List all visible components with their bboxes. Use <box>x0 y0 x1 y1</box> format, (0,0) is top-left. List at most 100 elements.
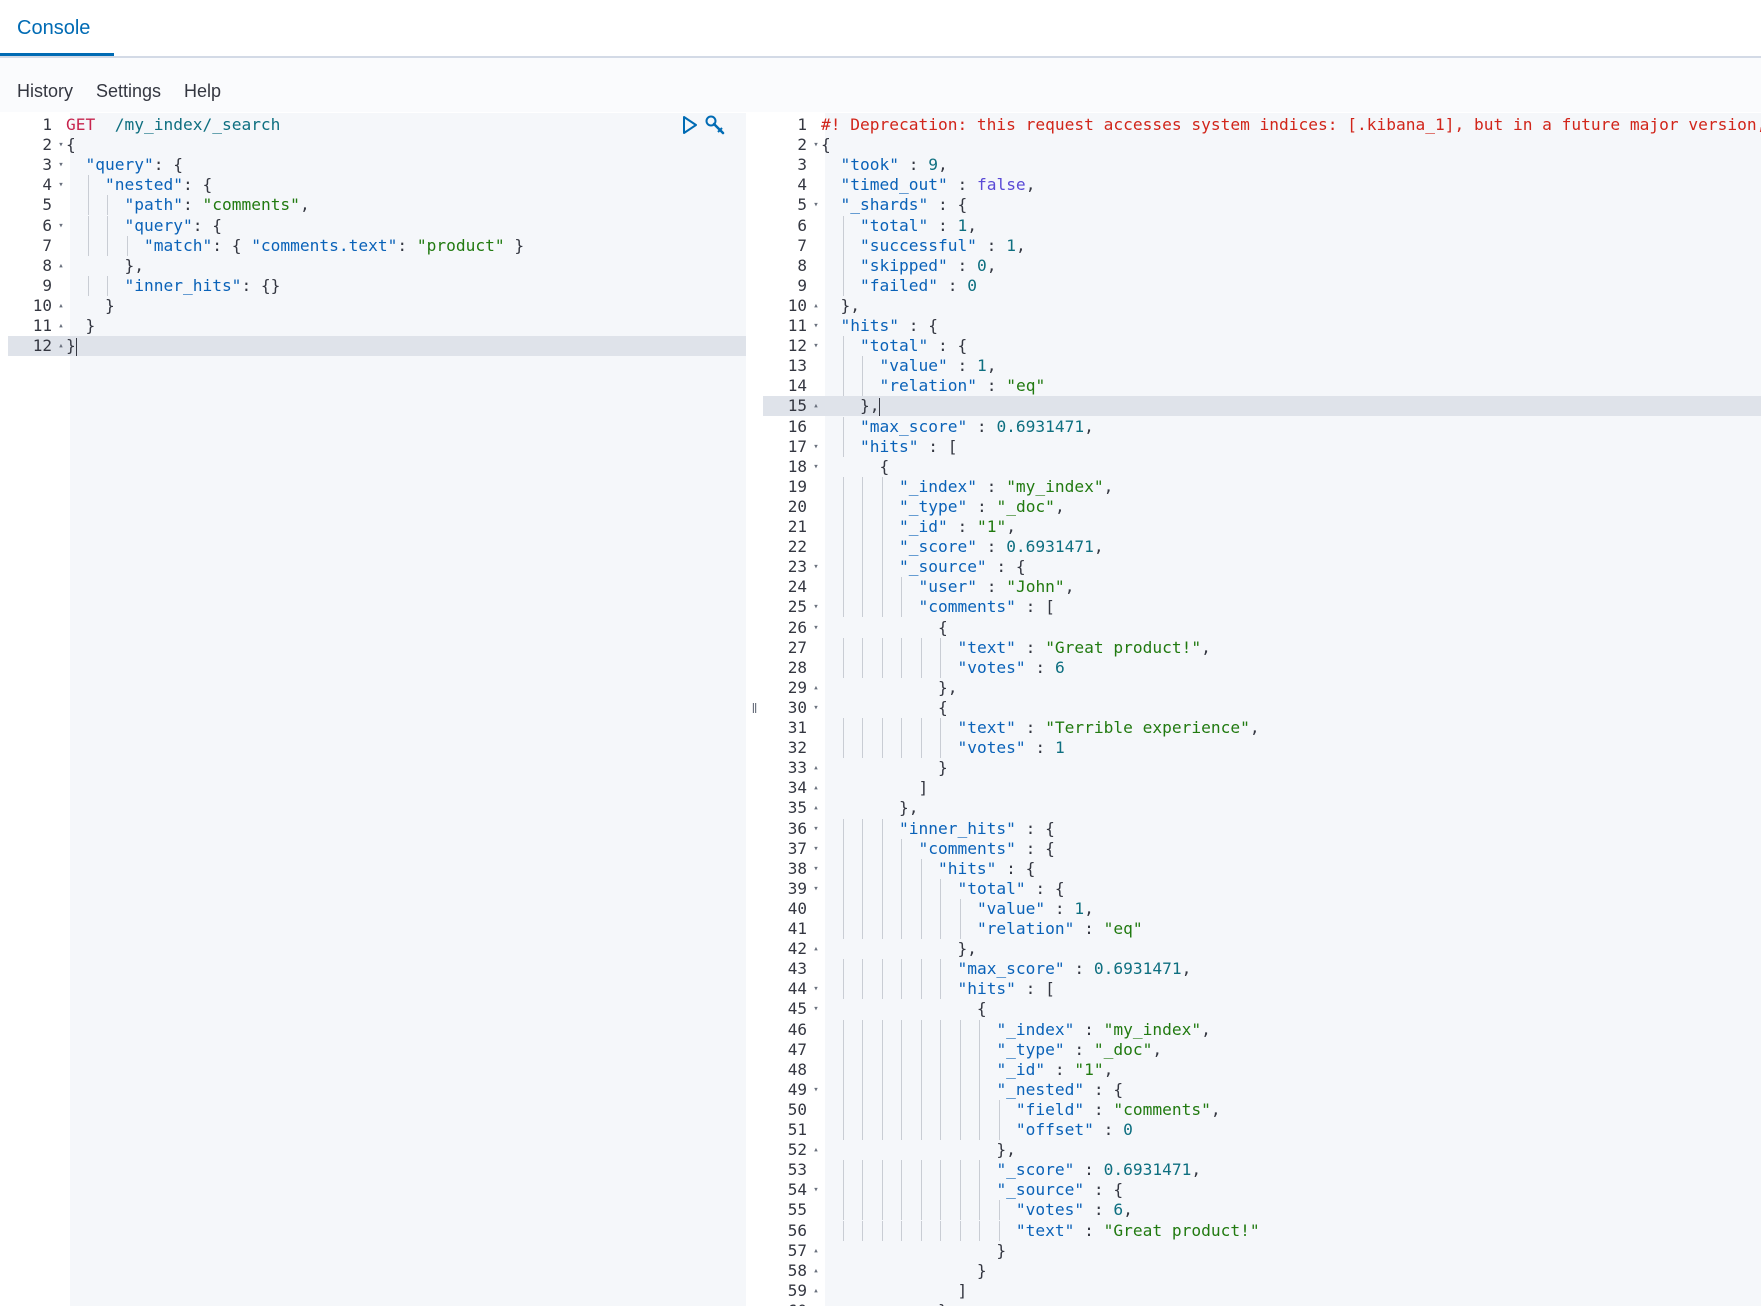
indent-guide <box>87 215 89 236</box>
request-editor[interactable]: 1 GET /my_index/_search 2 ▾{3 ▾ "query": {4 ▾… <box>8 113 746 1306</box>
fold-arrow-up-icon[interactable]: ▴ <box>811 678 821 698</box>
indent-guide <box>862 657 863 678</box>
code-text: "text" : "Great product!" <box>821 1221 1260 1241</box>
fold-arrow-up-icon[interactable]: ▴ <box>811 758 821 778</box>
code-line: 15 ▴ }, <box>763 396 1761 417</box>
wrench-icon[interactable] <box>704 114 726 136</box>
fold-arrow-down-icon[interactable]: ▾ <box>811 316 821 336</box>
indent-guide <box>881 1180 883 1201</box>
fold-arrow-down-icon[interactable]: ▾ <box>56 155 66 175</box>
fold-arrow-up-icon[interactable]: ▴ <box>811 1281 821 1301</box>
code-text: "failed" : 0 <box>821 276 977 296</box>
fold-arrow-up-icon[interactable]: ▴ <box>811 1241 821 1261</box>
fold-arrow-down-icon[interactable]: ▾ <box>56 216 66 236</box>
indent-guide <box>979 1099 980 1120</box>
fold-arrow-down-icon[interactable]: ▾ <box>811 618 821 638</box>
code-line: 10 ▴ } <box>8 296 746 316</box>
fold-arrow-down-icon[interactable]: ▾ <box>811 999 821 1019</box>
code-line: 60 ▴ } <box>763 1301 1761 1306</box>
fold-arrow-down-icon[interactable]: ▾ <box>811 135 821 155</box>
indent-guide <box>920 919 922 940</box>
settings-menu-item[interactable]: Settings <box>96 58 161 112</box>
line-number: 7 <box>797 235 807 255</box>
line-number: 11 <box>787 316 807 335</box>
fold-arrow-up-icon[interactable]: ▴ <box>56 296 66 316</box>
indent-guide <box>920 959 922 980</box>
fold-arrow-up-icon[interactable]: ▴ <box>56 316 66 336</box>
fold-arrow-down-icon[interactable]: ▾ <box>56 175 66 195</box>
fold-arrow-up-icon[interactable]: ▴ <box>811 1140 821 1160</box>
code-token: "failed" <box>859 275 938 295</box>
line-number: 1 <box>42 115 52 134</box>
history-menu-item[interactable]: History <box>17 58 73 112</box>
fold-arrow-down-icon[interactable]: ▾ <box>811 698 821 718</box>
line-number: 24 <box>787 577 807 597</box>
fold-arrow-down-icon[interactable]: ▾ <box>811 557 821 577</box>
fold-arrow-down-icon[interactable]: ▾ <box>811 979 821 999</box>
code-token: }, <box>66 255 144 275</box>
indent-guide <box>842 416 844 437</box>
fold-arrow-up-icon[interactable]: ▴ <box>811 1261 821 1281</box>
code-token: } <box>66 316 96 335</box>
fold-arrow-down-icon[interactable]: ▾ <box>56 135 66 155</box>
code-token: "inner_hits" <box>124 275 242 295</box>
indent-guide <box>87 175 89 196</box>
play-icon[interactable] <box>678 114 700 136</box>
code-token: : {} <box>241 275 281 295</box>
fold-arrow-down-icon[interactable]: ▾ <box>811 1080 821 1100</box>
fold-arrow-down-icon[interactable]: ▾ <box>811 879 821 899</box>
code-text: "inner_hits" : { <box>821 819 1055 839</box>
fold-arrow-up-icon[interactable]: ▴ <box>56 336 66 356</box>
indent-guide <box>920 858 922 879</box>
fold-arrow-up-icon[interactable]: ▴ <box>811 1301 821 1307</box>
indent-guide <box>862 858 863 879</box>
help-menu-item[interactable]: Help <box>184 58 221 112</box>
fold-arrow-down-icon[interactable]: ▾ <box>811 859 821 879</box>
fold-arrow-down-icon[interactable]: ▾ <box>811 195 821 215</box>
indent-guide <box>862 1180 863 1201</box>
tab-console[interactable]: Console <box>0 0 114 56</box>
fold-arrow-up-icon[interactable]: ▴ <box>811 939 821 959</box>
code-text: GET /my_index/_search <box>66 115 280 135</box>
code-token: : <box>1084 1099 1114 1119</box>
code-token: } <box>66 295 115 315</box>
fold-arrow-up-icon[interactable]: ▴ <box>811 396 821 416</box>
response-viewer[interactable]: 1 #! Deprecation: this request accesses s… <box>763 113 1761 1306</box>
fold-arrow-up-icon[interactable]: ▴ <box>811 798 821 818</box>
line-number: 5 <box>797 195 807 215</box>
fold-arrow-down-icon[interactable]: ▾ <box>811 336 821 356</box>
fold-arrow-up-icon[interactable]: ▴ <box>56 256 66 276</box>
pane-resizer[interactable]: ‖ <box>746 113 763 1306</box>
code-token: , <box>1015 235 1026 255</box>
code-line: 4 ▾ "nested": { <box>8 175 746 196</box>
fold-arrow-down-icon[interactable]: ▾ <box>811 457 821 477</box>
fold-arrow-down-icon[interactable]: ▾ <box>811 1180 821 1200</box>
code-text: } <box>821 1301 948 1306</box>
code-token: "comments" <box>202 195 300 215</box>
indent-guide <box>842 1120 844 1141</box>
line-number: 22 <box>787 537 807 557</box>
code-text: "comments" : { <box>821 839 1054 859</box>
indent-guide <box>901 919 902 940</box>
fold-arrow-down-icon[interactable]: ▾ <box>811 819 821 839</box>
fold-arrow-down-icon[interactable]: ▾ <box>811 839 821 859</box>
indent-guide <box>901 979 902 1000</box>
fold-arrow-down-icon[interactable]: ▾ <box>811 597 821 617</box>
code-token: 0 <box>1123 1120 1133 1139</box>
code-token: : { <box>1084 1180 1124 1200</box>
fold-arrow-down-icon[interactable]: ▾ <box>811 437 821 457</box>
indent-guide <box>842 597 844 618</box>
fold-arrow-up-icon[interactable]: ▴ <box>811 778 821 798</box>
code-text: "hits" : { <box>821 859 1035 879</box>
code-text: "_score" : 0.6931471, <box>821 1160 1201 1180</box>
indent-guide <box>862 537 863 558</box>
code-line: 34 ▴ ] <box>763 778 1761 798</box>
indent-guide <box>920 657 922 678</box>
fold-arrow-up-icon[interactable]: ▴ <box>811 296 821 316</box>
indent-guide <box>862 376 863 397</box>
code-line: 1 #! Deprecation: this request accesses s… <box>763 115 1761 135</box>
